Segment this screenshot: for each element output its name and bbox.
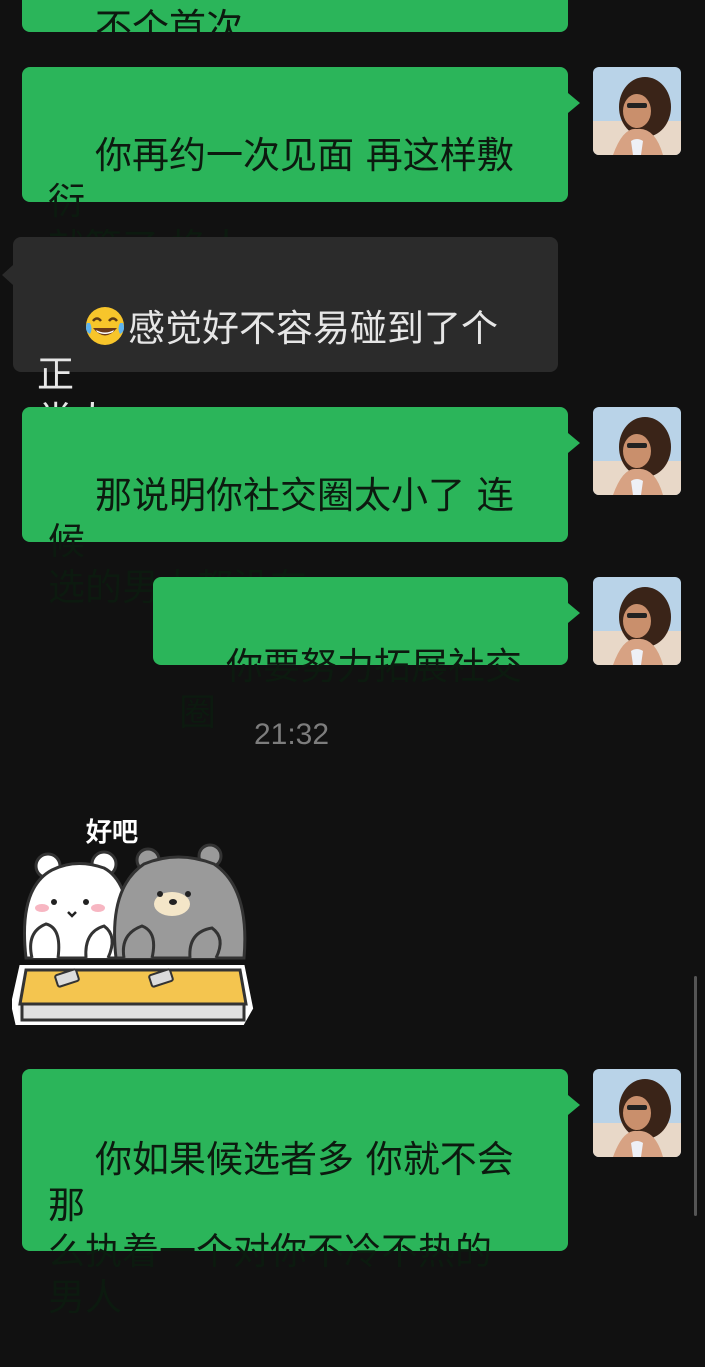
avatar-photo-icon xyxy=(593,577,681,665)
avatar-photo-icon xyxy=(593,67,681,155)
user-avatar[interactable] xyxy=(593,67,681,155)
message-bubble-incoming[interactable]: 感觉好不容易碰到了个正 常人 xyxy=(2,237,558,442)
message-timestamp: 21:32 xyxy=(253,718,330,751)
user-avatar[interactable] xyxy=(593,407,681,495)
message-text: 你如果候选者多 你就不会那 么执着一个对你不冷不热的 男人 xyxy=(48,1138,514,1319)
scrollbar[interactable] xyxy=(694,976,697,1216)
user-avatar[interactable] xyxy=(593,1069,681,1157)
tears-of-joy-emoji-icon xyxy=(86,307,125,345)
user-avatar[interactable] xyxy=(593,577,681,665)
message-bubble-outgoing[interactable]: 你要努力拓展社交圈 xyxy=(153,577,580,734)
chat-area: 不个首次 你再约一次见面 再这样敷衍 就算了 换人 感觉好不容易碰到了个正 常人 xyxy=(0,0,705,1319)
avatar-photo-icon xyxy=(593,1069,681,1157)
message-bubble-outgoing[interactable]: 你再约一次见面 再这样敷衍 就算了 换人 xyxy=(22,67,580,269)
sticker-caption: 好吧 xyxy=(86,818,139,848)
message-bubble-outgoing[interactable]: 那说明你社交圈太小了 连候 选的男人都没有 xyxy=(22,407,580,609)
message-bubble-outgoing[interactable]: 不个首次 xyxy=(22,0,568,32)
message-bubble-outgoing[interactable]: 你如果候选者多 你就不会那 么执着一个对你不冷不热的 男人 xyxy=(22,1069,580,1319)
message-text: 不个首次 xyxy=(95,6,244,32)
avatar-photo-icon xyxy=(593,407,681,495)
